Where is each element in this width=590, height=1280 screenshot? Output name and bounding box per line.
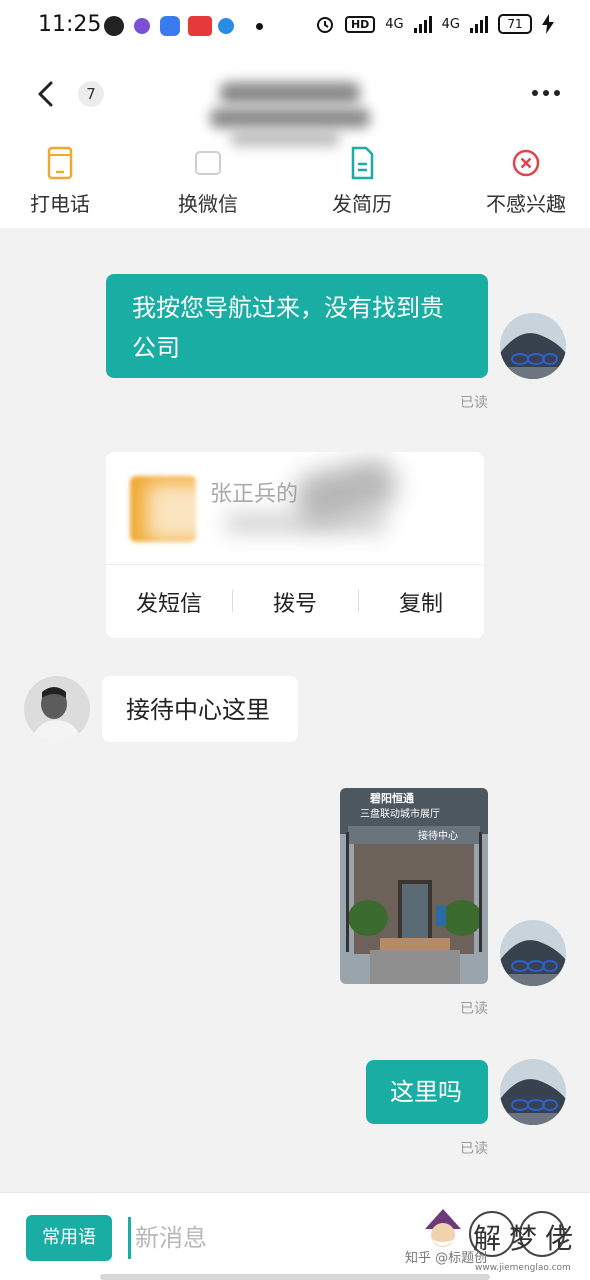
send-resume-label: 发简历	[332, 192, 392, 216]
read-receipt: 已读	[460, 1001, 488, 1017]
building-avatar-image	[500, 920, 566, 986]
back-arrow-icon[interactable]	[32, 80, 60, 108]
outgoing-message[interactable]: 这里吗	[366, 1060, 488, 1124]
charging-icon	[542, 14, 554, 34]
photo-message[interactable]: 碧阳恒通 三盘联动城市展厅 接待中心	[340, 788, 488, 984]
contact-name-redacted	[210, 62, 380, 152]
watermark-url: www.jiemenglao.com	[475, 1263, 571, 1273]
read-receipt: 已读	[460, 1141, 488, 1157]
person-avatar-image	[24, 676, 90, 742]
send-sms-button[interactable]: 发短信	[106, 586, 232, 618]
signal-icon-2	[470, 15, 488, 33]
photo-sign-line1: 碧阳恒通	[370, 792, 414, 805]
browser-notification-icon	[218, 18, 234, 34]
not-interested-action[interactable]: 不感兴趣	[466, 144, 586, 217]
phone-icon	[47, 146, 73, 180]
home-indicator	[100, 1274, 490, 1280]
photo-sign-line2: 三盘联动城市展厅	[360, 809, 440, 820]
resume-icon	[351, 146, 374, 180]
card-avatar-smudge	[146, 482, 216, 542]
wechat-swap-icon	[195, 151, 221, 175]
status-bar: 11:25 HD 4G 4G 71	[0, 0, 590, 54]
send-resume-action[interactable]: 发简历	[302, 144, 422, 217]
status-time: 11:25	[38, 12, 102, 37]
more-notifications-dot	[256, 23, 263, 30]
call-action[interactable]: 打电话	[0, 144, 120, 217]
read-receipt: 已读	[460, 395, 488, 411]
watermark-brand: 解梦佬	[473, 1222, 582, 1255]
network-4g-label-2: 4G	[441, 16, 460, 32]
contact-info-redacted: 张正兵的	[106, 452, 484, 564]
phone-number-card: 张正兵的 发短信 拨号 复制	[106, 452, 484, 638]
call-action-label: 打电话	[30, 192, 90, 216]
battery-icon: 71	[498, 14, 532, 34]
quick-phrases-button[interactable]: 常用语	[26, 1215, 112, 1261]
outgoing-message[interactable]: 我按您导航过来，没有找到贵公司	[106, 274, 488, 378]
wizard-logo-icon	[425, 1209, 461, 1247]
incoming-message[interactable]: 接待中心这里	[102, 676, 298, 742]
building-avatar-image	[500, 1059, 566, 1125]
card-smudge-2	[226, 512, 386, 534]
signal-icon	[413, 15, 432, 33]
message-text: 我按您导航过来，没有找到贵公司	[132, 294, 444, 362]
photo-sign-line3: 接待中心	[418, 831, 458, 842]
news-notification-icon	[188, 16, 212, 36]
network-4g-label: 4G	[385, 16, 404, 32]
building-avatar-image	[500, 313, 566, 379]
more-options-icon[interactable]	[532, 90, 560, 96]
not-interested-icon	[512, 149, 540, 177]
hd-icon: HD	[344, 15, 376, 33]
action-bar: 打电话 换微信 发简历 不感兴趣	[0, 144, 590, 228]
chat-header: 7 打电话 换微信 发简历 不感兴趣	[0, 54, 590, 228]
message-input[interactable]	[128, 1217, 388, 1259]
my-avatar[interactable]	[500, 313, 566, 379]
qq-notification-icon	[160, 16, 180, 36]
swap-wechat-label: 换微信	[178, 192, 238, 216]
dial-button[interactable]: 拨号	[232, 586, 358, 618]
status-indicators: HD 4G 4G 71	[315, 14, 554, 34]
not-interested-label: 不感兴趣	[486, 192, 566, 216]
my-avatar[interactable]	[500, 920, 566, 986]
contact-avatar[interactable]	[24, 676, 90, 742]
alarm-icon	[316, 17, 333, 33]
swap-wechat-action[interactable]: 换微信	[148, 144, 268, 217]
copy-button[interactable]: 复制	[358, 586, 484, 618]
message-text: 这里吗	[390, 1078, 462, 1106]
wechat-notification-icon	[104, 16, 124, 36]
my-avatar[interactable]	[500, 1059, 566, 1125]
app-notification-icon	[134, 18, 150, 34]
message-text: 接待中心这里	[126, 696, 270, 724]
unread-count-badge: 7	[78, 81, 104, 107]
message-input-bar: 常用语 解梦佬 知乎 @标题创 www.jiemenglao.com	[0, 1192, 590, 1280]
card-contact-name: 张正兵的	[210, 482, 299, 507]
card-action-row: 发短信 拨号 复制	[106, 564, 484, 638]
watermark: 解梦佬 知乎 @标题创 www.jiemenglao.com	[405, 1207, 585, 1273]
